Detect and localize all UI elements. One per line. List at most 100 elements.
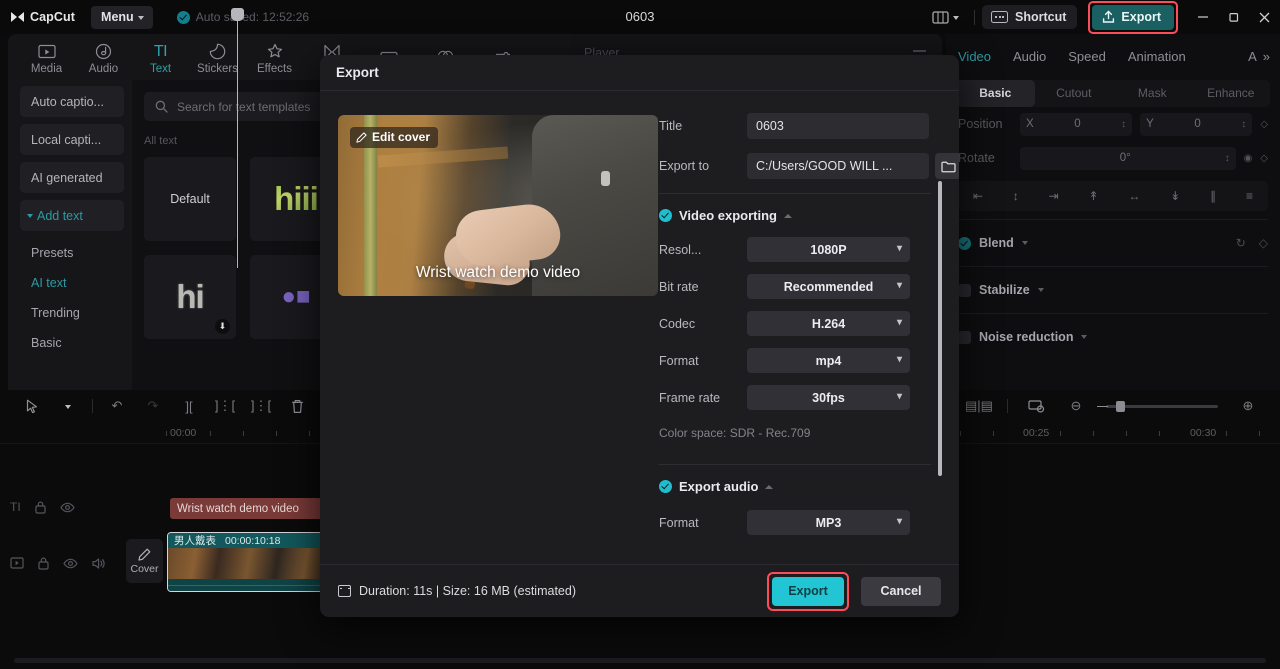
stepper-icon[interactable]: ↕ — [1225, 153, 1230, 164]
lock-icon[interactable] — [37, 556, 50, 570]
stabilize-checkbox-icon[interactable] — [958, 283, 971, 297]
sidebar-item-local-captions[interactable]: Local capti... — [20, 124, 124, 155]
export-audio-header[interactable]: Export audio — [657, 479, 959, 494]
subtab-mask[interactable]: Mask — [1113, 80, 1192, 107]
video-exporting-header[interactable]: Video exporting — [657, 208, 959, 223]
chevron-down-icon[interactable] — [1081, 335, 1088, 339]
title-input[interactable]: 0603 — [747, 113, 929, 139]
zoom-in-icon[interactable]: ⊕ — [1230, 394, 1266, 418]
keyframe-rotate-icon[interactable]: ◇ — [1260, 153, 1268, 164]
timeline-text-clip[interactable]: Wrist watch demo video — [170, 498, 322, 519]
layout-button[interactable] — [924, 0, 967, 34]
position-y-input[interactable]: Y 0 ↕ — [1140, 112, 1253, 136]
timeline-playhead[interactable] — [231, 8, 244, 268]
audio-format-select[interactable]: MP3 ▾ — [747, 510, 910, 535]
visibility-icon[interactable] — [59, 502, 75, 513]
playhead-handle[interactable] — [231, 8, 244, 21]
export-to-input[interactable]: C:/Users/GOOD WILL ... — [747, 153, 929, 179]
undo-icon[interactable]: ↶ — [99, 394, 135, 418]
zoom-slider-handle[interactable] — [1116, 400, 1125, 412]
zoom-out-icon[interactable]: ⊖ — [1058, 394, 1094, 418]
trim-right-icon[interactable]: ]⋮[ — [243, 394, 279, 418]
align-center-vertical-icon[interactable]: ↔ — [1128, 189, 1140, 203]
framerate-select[interactable]: 30fps ▾ — [747, 385, 910, 410]
tab-media[interactable]: Media — [18, 39, 75, 75]
cover-button[interactable]: Cover — [126, 539, 163, 583]
stepper-icon[interactable]: ↕ — [1121, 119, 1126, 130]
keyframe-icon[interactable]: ◇ — [1259, 236, 1268, 250]
browse-folder-button[interactable] — [935, 153, 959, 179]
select-tool-dropdown-icon[interactable] — [50, 394, 86, 418]
menu-button[interactable]: Menu — [91, 5, 153, 29]
tab-effects[interactable]: Effects — [246, 39, 303, 75]
tab-speed[interactable]: Speed — [1068, 49, 1106, 64]
export-audio-checkbox-icon[interactable] — [659, 480, 672, 493]
sidebar-item-trending[interactable]: Trending — [20, 298, 124, 328]
select-tool-icon[interactable] — [14, 394, 50, 418]
shortcut-button[interactable]: Shortcut — [982, 5, 1078, 29]
close-button[interactable] — [1249, 0, 1280, 34]
tab-animation[interactable]: Animation — [1128, 49, 1186, 64]
subtab-basic[interactable]: Basic — [956, 80, 1035, 107]
tab-audio[interactable]: Audio — [1013, 49, 1046, 64]
dialog-scrollbar[interactable] — [938, 181, 942, 476]
sidebar-item-ai-generated[interactable]: AI generated — [20, 162, 124, 193]
sidebar-item-add-text[interactable]: Add text — [20, 200, 124, 231]
distribute-vertical-icon[interactable]: ≡ — [1246, 189, 1253, 203]
sidebar-item-auto-captions[interactable]: Auto captio... — [20, 86, 124, 117]
rotate-dial-icon[interactable]: ◉ — [1244, 153, 1253, 164]
sidebar-item-ai-text[interactable]: AI text — [20, 268, 124, 298]
chevron-up-icon[interactable] — [784, 213, 792, 218]
fit-to-window-icon[interactable] — [1018, 394, 1054, 418]
align-bottom-icon[interactable]: ↡ — [1170, 189, 1180, 203]
tabs-overflow[interactable]: A » — [1248, 49, 1270, 64]
dialog-cancel-button[interactable]: Cancel — [861, 576, 941, 606]
mirror-icon[interactable]: ▤|▤ — [961, 394, 997, 418]
align-center-horizontal-icon[interactable]: ↕ — [1013, 189, 1019, 203]
resolution-select[interactable]: 1080P ▾ — [747, 237, 910, 262]
template-card-default[interactable]: Default — [144, 157, 236, 241]
template-card-hi[interactable]: hi ⬇ — [144, 255, 236, 339]
maximize-button[interactable] — [1218, 0, 1249, 34]
timeline-video-clip[interactable]: 男人戴表 00:00:10:18 — [167, 532, 323, 592]
rotate-input[interactable]: 0° ↕ — [1020, 146, 1236, 170]
mute-icon[interactable] — [91, 557, 106, 570]
noise-reduction-toggle-row[interactable]: Noise reduction — [946, 322, 1280, 352]
tab-video[interactable]: Video — [958, 49, 991, 64]
header-export-button[interactable]: Export — [1092, 4, 1174, 30]
align-left-icon[interactable]: ⇤ — [973, 189, 983, 203]
distribute-horizontal-icon[interactable]: ∥ — [1210, 189, 1216, 203]
visibility-icon[interactable] — [63, 558, 78, 569]
split-icon[interactable]: ][ — [171, 394, 207, 418]
position-x-input[interactable]: X 0 ↕ — [1020, 112, 1133, 136]
stabilize-toggle-row[interactable]: Stabilize — [946, 275, 1280, 305]
cover-preview[interactable]: Edit cover Wrist watch demo video — [338, 115, 658, 296]
align-top-icon[interactable]: ↟ — [1089, 189, 1099, 203]
tab-text[interactable]: TI Text — [132, 39, 189, 76]
tab-audio[interactable]: Audio — [75, 39, 132, 75]
keyframe-position-icon[interactable]: ◇ — [1260, 119, 1268, 130]
sidebar-item-presets[interactable]: Presets — [20, 238, 124, 268]
noise-reduction-checkbox-icon[interactable] — [958, 330, 971, 344]
reset-icon[interactable]: ↻ — [1236, 236, 1246, 250]
bitrate-select[interactable]: Recommended ▾ — [747, 274, 910, 299]
subtab-enhance[interactable]: Enhance — [1192, 80, 1271, 107]
chevron-down-icon[interactable] — [1021, 241, 1028, 245]
codec-select[interactable]: H.264 ▾ — [747, 311, 910, 336]
lock-icon[interactable] — [34, 500, 47, 514]
delete-icon[interactable] — [279, 394, 315, 418]
stepper-icon[interactable]: ↕ — [1241, 119, 1246, 130]
sidebar-item-basic[interactable]: Basic — [20, 328, 124, 358]
chevron-down-icon[interactable] — [1037, 288, 1044, 292]
dialog-export-button[interactable]: Export — [772, 576, 844, 606]
video-exporting-checkbox-icon[interactable] — [659, 209, 672, 222]
chevron-up-icon[interactable] — [765, 484, 774, 489]
zoom-slider[interactable] — [1097, 400, 1218, 412]
blend-toggle-row[interactable]: Blend ↻ ◇ — [946, 228, 1280, 258]
align-right-icon[interactable]: ⇥ — [1049, 189, 1059, 203]
trim-left-icon[interactable]: ]⋮[ — [207, 394, 243, 418]
download-icon[interactable]: ⬇ — [215, 319, 230, 334]
format-select[interactable]: mp4 ▾ — [747, 348, 910, 373]
timeline-horizontal-scrollbar[interactable] — [14, 658, 1266, 663]
subtab-cutout[interactable]: Cutout — [1035, 80, 1114, 107]
